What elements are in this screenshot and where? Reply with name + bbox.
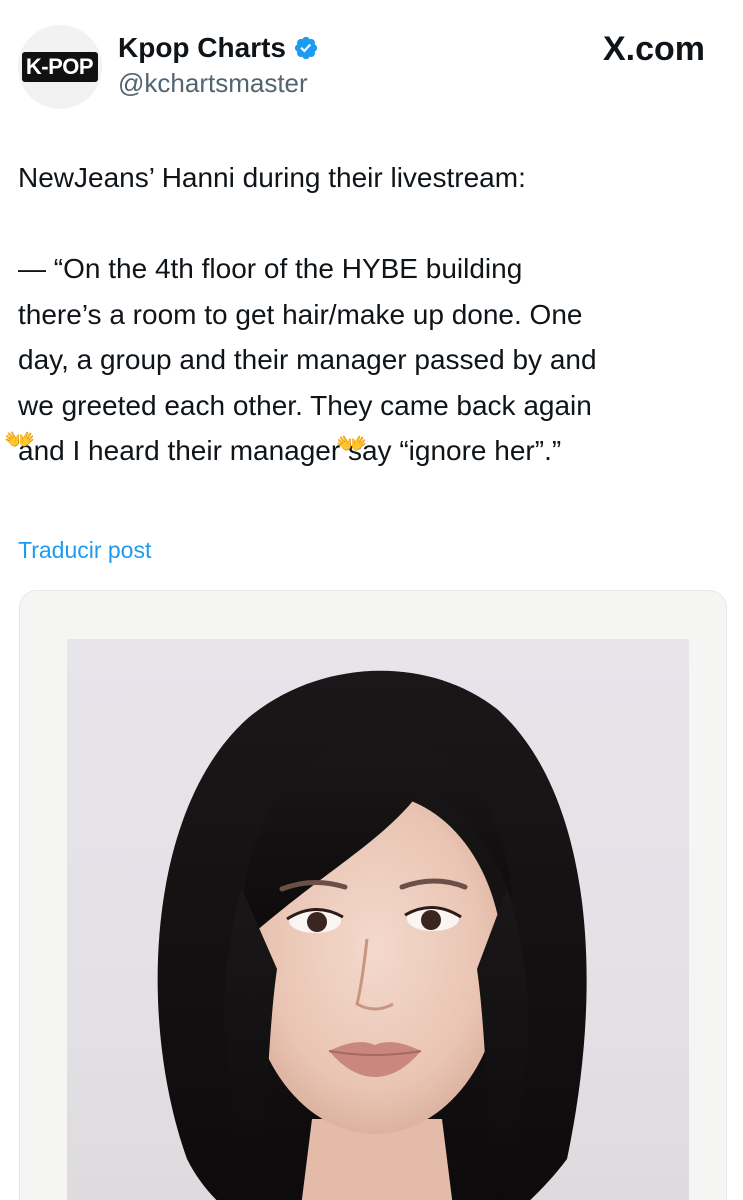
tweet-text: NewJeans’ Hanni during their livestream:… — [18, 155, 730, 474]
tweet-line: NewJeans’ Hanni during their livestream: — [18, 162, 526, 193]
portrait-image — [157, 670, 587, 1200]
tweet-media[interactable] — [19, 590, 727, 1200]
raising-hands-emoji: 👐 — [336, 430, 368, 458]
avatar[interactable]: K-POP — [18, 25, 102, 109]
tweet-line-blank — [18, 201, 730, 247]
tweet-line: — “On the 4th floor of the HYBE building — [18, 253, 523, 284]
tweet-line: day, a group and their manager passed by… — [18, 344, 597, 375]
verified-badge-icon — [294, 36, 318, 60]
user-handle[interactable]: @kchartsmaster — [118, 68, 308, 99]
display-name[interactable]: Kpop Charts — [118, 32, 319, 64]
tweet-line: there’s a room to get hair/make up done.… — [18, 298, 583, 330]
tweet-line: and I heard their manager say “ignore he… — [18, 435, 562, 466]
x-com-text: X.com — [602, 30, 705, 68]
kpop-logo: K-POP — [21, 52, 99, 82]
display-name-text: Kpop Charts — [118, 32, 286, 63]
raising-hands-emoji: 👐 — [4, 426, 36, 454]
avatar-logo-text: K-POP — [25, 54, 94, 79]
translate-post-link[interactable]: Traducir post — [18, 537, 151, 564]
tweet-screenshot: K-POP Kpop Charts @kchartsmaster X.com N… — [0, 0, 743, 1200]
tweet-line: we greeted each other. They came back ag… — [18, 389, 592, 421]
x-com-label: X.com — [603, 30, 705, 69]
tweet-header: K-POP Kpop Charts @kchartsmaster X.com — [0, 0, 743, 130]
portrait-photo — [67, 639, 689, 1200]
